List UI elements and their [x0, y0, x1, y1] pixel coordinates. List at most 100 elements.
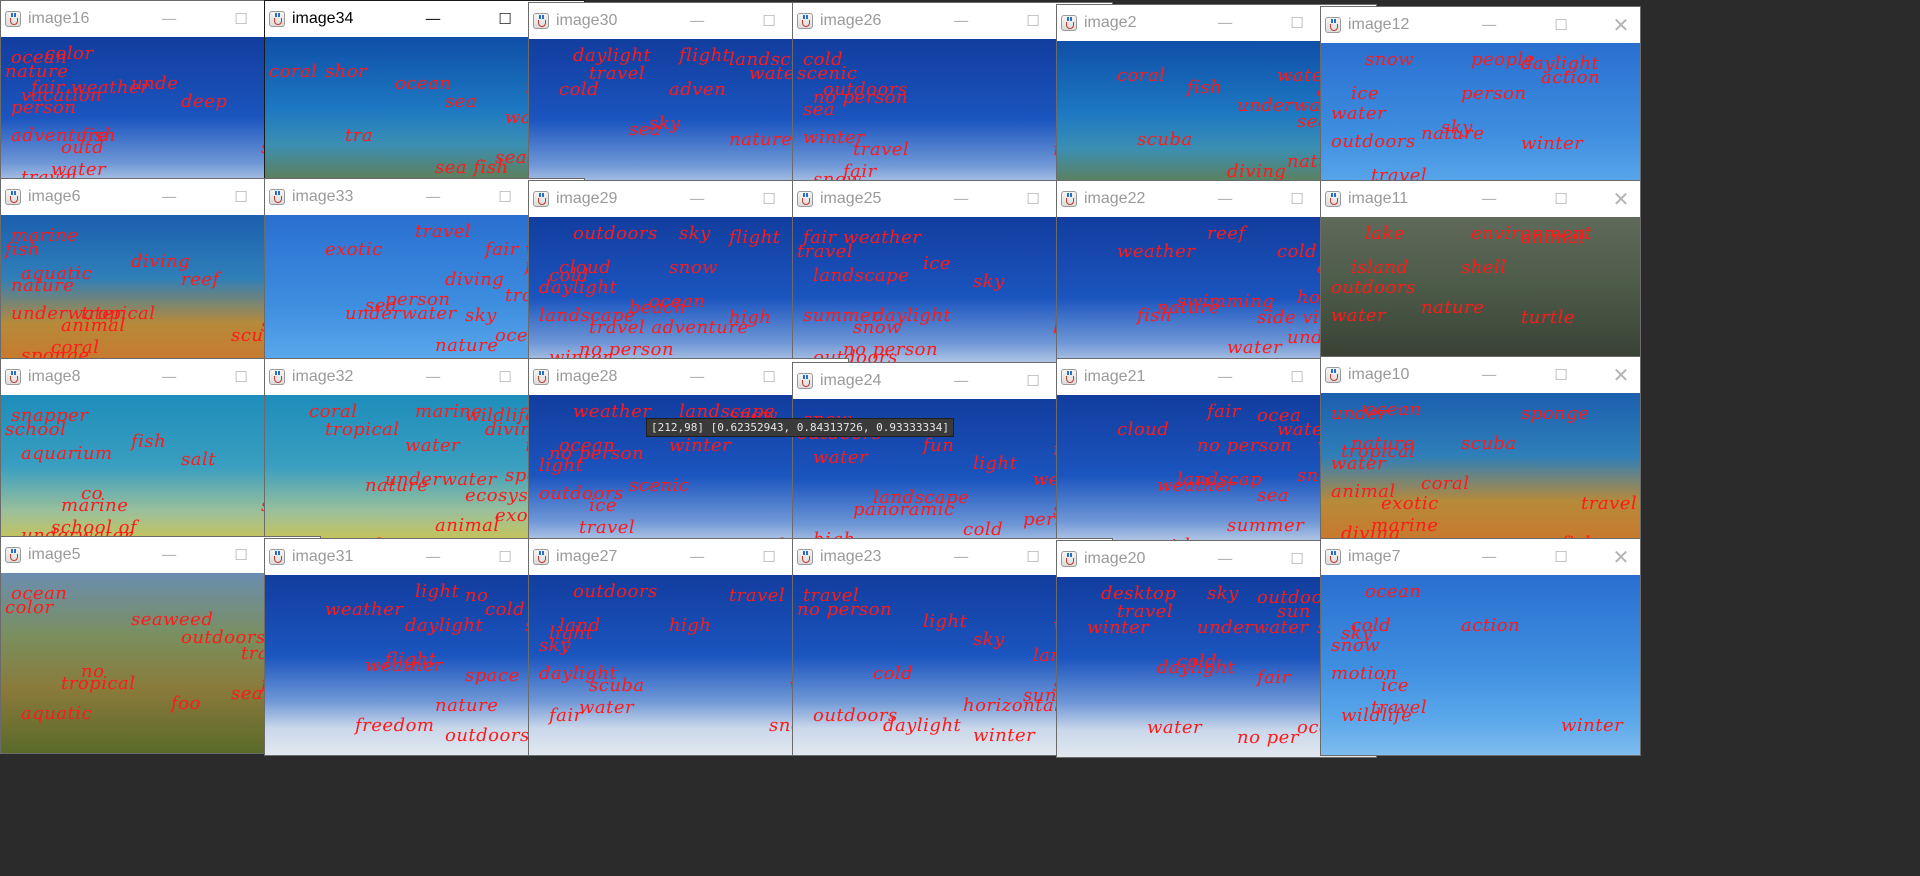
minimize-button[interactable]: — — [154, 365, 184, 389]
java-app-icon[interactable] — [1325, 367, 1341, 383]
java-app-icon[interactable] — [533, 549, 549, 565]
classification-tag: reef — [1207, 223, 1246, 244]
maximize-button[interactable]: ☐ — [226, 543, 256, 567]
minimize-button[interactable]: — — [418, 545, 448, 569]
java-app-icon[interactable] — [269, 549, 285, 565]
minimize-button[interactable]: — — [682, 9, 712, 33]
java-app-icon[interactable] — [1325, 191, 1341, 207]
java-app-icon[interactable] — [1325, 549, 1341, 565]
minimize-button[interactable]: — — [1474, 187, 1504, 211]
classification-tag: sky — [1207, 583, 1239, 604]
minimize-button[interactable]: — — [682, 187, 712, 211]
minimize-button[interactable]: — — [946, 9, 976, 33]
minimize-button[interactable]: — — [154, 185, 184, 209]
close-button[interactable]: ✕ — [1606, 545, 1636, 569]
minimize-button[interactable]: — — [1474, 545, 1504, 569]
classification-tag: deep — [181, 91, 228, 112]
classification-tag: diving — [445, 269, 505, 290]
java-app-icon[interactable] — [269, 11, 285, 27]
java-app-icon[interactable] — [269, 369, 285, 385]
classification-tag: fun — [923, 435, 955, 456]
java-app-icon[interactable] — [1061, 369, 1077, 385]
java-app-icon[interactable] — [797, 13, 813, 29]
minimize-button[interactable]: — — [1474, 13, 1504, 37]
maximize-button[interactable]: ☐ — [1546, 187, 1576, 211]
classification-tag: underwater — [1197, 617, 1309, 638]
maximize-button[interactable]: ☐ — [1282, 11, 1312, 35]
maximize-button[interactable]: ☐ — [490, 7, 520, 31]
maximize-button[interactable]: ☐ — [1282, 365, 1312, 389]
java-app-icon[interactable] — [533, 369, 549, 385]
minimize-button[interactable]: — — [418, 365, 448, 389]
classification-tag: cold — [485, 599, 526, 620]
classification-tag: scenic — [629, 475, 690, 496]
maximize-button[interactable]: ☐ — [226, 365, 256, 389]
maximize-button[interactable]: ☐ — [1018, 9, 1048, 33]
maximize-button[interactable]: ☐ — [490, 545, 520, 569]
maximize-button[interactable]: ☐ — [226, 185, 256, 209]
maximize-button[interactable]: ☐ — [754, 9, 784, 33]
java-app-icon[interactable] — [797, 549, 813, 565]
maximize-button[interactable]: ☐ — [490, 185, 520, 209]
java-app-icon[interactable] — [533, 191, 549, 207]
java-app-icon[interactable] — [5, 369, 21, 385]
image-window-image7[interactable]: image7— ☐ ✕ action winter ocean cold snow motion… — [1320, 538, 1641, 756]
classification-tag: reef — [181, 269, 220, 290]
minimize-button[interactable]: — — [1210, 547, 1240, 571]
maximize-button[interactable]: ☐ — [754, 187, 784, 211]
java-app-icon[interactable] — [1061, 191, 1077, 207]
maximize-button[interactable]: ☐ — [754, 365, 784, 389]
java-app-icon[interactable] — [269, 189, 285, 205]
minimize-button[interactable]: — — [946, 369, 976, 393]
minimize-button[interactable]: — — [418, 185, 448, 209]
java-app-icon[interactable] — [797, 191, 813, 207]
minimize-button[interactable]: — — [946, 545, 976, 569]
minimize-button[interactable]: — — [1210, 365, 1240, 389]
java-app-icon[interactable] — [1061, 551, 1077, 567]
maximize-button[interactable]: ☐ — [490, 365, 520, 389]
java-app-icon[interactable] — [1325, 17, 1341, 33]
minimize-button[interactable]: — — [154, 543, 184, 567]
classification-tag: daylight — [573, 45, 652, 66]
window-titlebar[interactable]: image11 — ☐ ✕ — [1321, 181, 1640, 217]
close-button[interactable]: ✕ — [1606, 363, 1636, 387]
maximize-button[interactable]: ☐ — [1282, 547, 1312, 571]
maximize-button[interactable]: ☐ — [1282, 187, 1312, 211]
minimize-button[interactable]: — — [682, 365, 712, 389]
window-titlebar[interactable]: image10 — ☐ ✕ — [1321, 357, 1640, 393]
classification-tag: travel — [1581, 493, 1638, 514]
java-app-icon[interactable] — [797, 373, 813, 389]
java-app-icon[interactable] — [533, 13, 549, 29]
classification-tag: cold — [1277, 241, 1318, 262]
maximize-button[interactable]: ☐ — [754, 545, 784, 569]
java-app-icon[interactable] — [5, 189, 21, 205]
java-app-icon[interactable] — [5, 547, 21, 563]
maximize-button[interactable]: ☐ — [1018, 545, 1048, 569]
maximize-button[interactable]: ☐ — [1546, 363, 1576, 387]
close-button[interactable]: ✕ — [1606, 187, 1636, 211]
window-title: image33 — [292, 188, 354, 205]
classification-tag: sea — [445, 91, 478, 112]
window-titlebar[interactable]: image12 — ☐ ✕ — [1321, 7, 1640, 43]
java-app-icon[interactable] — [1061, 15, 1077, 31]
java-app-icon[interactable] — [5, 11, 21, 27]
maximize-button[interactable]: ☐ — [1546, 13, 1576, 37]
maximize-button[interactable]: ☐ — [1018, 369, 1048, 393]
window-title: image22 — [1084, 190, 1146, 207]
classification-tag: ice — [923, 253, 951, 274]
minimize-button[interactable]: — — [946, 187, 976, 211]
classification-tag: ice — [1351, 83, 1379, 104]
classification-tag: light — [415, 581, 460, 602]
minimize-button[interactable]: — — [1210, 11, 1240, 35]
window-titlebar[interactable]: image7 — ☐ ✕ — [1321, 539, 1640, 575]
close-button[interactable]: ✕ — [1606, 13, 1636, 37]
minimize-button[interactable]: — — [1474, 363, 1504, 387]
maximize-button[interactable]: ☐ — [1018, 187, 1048, 211]
minimize-button[interactable]: — — [154, 7, 184, 31]
minimize-button[interactable]: — — [682, 545, 712, 569]
window-title: image10 — [1348, 366, 1410, 383]
maximize-button[interactable]: ☐ — [226, 7, 256, 31]
minimize-button[interactable]: — — [1210, 187, 1240, 211]
minimize-button[interactable]: — — [418, 7, 448, 31]
maximize-button[interactable]: ☐ — [1546, 545, 1576, 569]
